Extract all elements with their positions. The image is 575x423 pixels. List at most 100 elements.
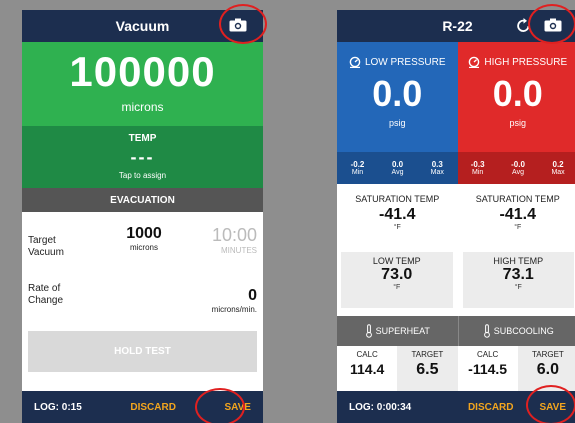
rate-label-line1: Rate of [28, 283, 61, 294]
discard-button[interactable]: DISCARD [468, 402, 514, 413]
timer-group[interactable]: 10:00 MINUTES [212, 225, 257, 255]
subcooling-calc: CALC -114.5 [458, 346, 518, 394]
calc-label: CALC [356, 350, 378, 359]
target-label: TARGET [531, 350, 564, 359]
superheat-header[interactable]: SUPERHEAT [337, 316, 458, 346]
temp-hint: Tap to assign [118, 171, 167, 180]
low-pressure-value: 0.0 [372, 73, 423, 114]
high-avg: -0.0 Avg [511, 160, 525, 176]
low-saturation: SATURATION TEMP -41.4 °F [337, 184, 458, 252]
subcooling-target[interactable]: TARGET 6.0 [517, 346, 575, 394]
gauge-icon [469, 56, 480, 68]
low-min: -0.2 Min [351, 160, 365, 176]
low-min-value: -0.2 [350, 160, 365, 169]
refrigerant-screen: R-22 LOW PRESSURE 0.0 psig HIGH PRESSURE… [337, 10, 575, 423]
superheat-target[interactable]: TARGET 6.5 [397, 346, 458, 394]
footer-bar: LOG: 0:00:34 DISCARD SAVE [337, 391, 575, 423]
rate-label-line2: Change [28, 295, 64, 306]
calc-target-row: CALC 114.4 TARGET 6.5 CALC -114.5 TARGET… [337, 346, 575, 394]
subcooling-header[interactable]: SUBCOOLING [457, 316, 575, 346]
rate-unit: microns/min. [211, 305, 257, 314]
subcooling-calc-value: -114.5 [468, 361, 508, 377]
min-label: Min [472, 169, 484, 176]
header-bar: Vacuum [22, 10, 263, 42]
low-pressure-unit: psig [388, 118, 406, 128]
save-button[interactable]: SAVE [540, 402, 567, 413]
target-vacuum-row[interactable]: Target Vacuum 1000 microns 10:00 MINUTES [22, 225, 263, 275]
avg-label: Avg [512, 169, 524, 176]
target-vacuum-value: 1000 [126, 225, 162, 242]
high-pressure-label: HIGH PRESSURE [484, 56, 568, 68]
low-temp-label: LOW TEMP [372, 256, 421, 266]
temp-value: --- [130, 147, 155, 167]
target-vacuum-label-line2: Vacuum [28, 247, 64, 258]
temp-label: TEMP [128, 133, 157, 144]
timer-unit: MINUTES [221, 246, 257, 255]
superheat-calc-value: 114.4 [349, 361, 385, 377]
superheat-calc: CALC 114.4 [337, 346, 397, 394]
temp-panel[interactable]: TEMP --- Tap to assign [22, 126, 263, 188]
low-saturation-value: -41.4 [379, 206, 416, 223]
low-pressure-header: LOW PRESSURE [337, 42, 458, 68]
low-saturation-unit: °F [393, 224, 401, 231]
camera-icon[interactable] [229, 18, 247, 32]
low-stats: -0.2 Min 0.0 Avg 0.3 Max [337, 152, 458, 184]
log-timer: LOG: 0:00:34 [349, 401, 412, 413]
rate-value-group: 0 microns/min. [212, 287, 257, 314]
rate-value: 0 [248, 287, 257, 304]
low-temp-value: 73.0 [381, 266, 413, 283]
max-label: Max [551, 169, 565, 176]
low-saturation-label: SATURATION TEMP [355, 194, 440, 204]
refresh-icon[interactable] [515, 17, 532, 34]
evacuation-section-header: EVACUATION [22, 188, 263, 212]
save-button[interactable]: SAVE [224, 402, 251, 413]
target-vacuum-label-line1: Target [28, 235, 56, 246]
rate-of-change-row: Rate of Change 0 microns/min. [22, 281, 263, 331]
high-temp-value: 73.1 [502, 266, 534, 283]
high-stats: -0.3 Min -0.0 Avg 0.2 Max [457, 152, 575, 184]
calc-label: CALC [476, 350, 499, 359]
discard-button[interactable]: DISCARD [130, 402, 176, 413]
line-temp-row: LOW TEMP 73.0 °F HIGH TEMP 73.1 °F [337, 252, 575, 308]
high-min-value: -0.3 [470, 160, 485, 169]
vacuum-reading: 100000 [69, 48, 216, 95]
high-pressure-value: 0.0 [492, 73, 543, 114]
high-temp-unit: °F [514, 284, 522, 291]
vacuum-screen: Vacuum 100000 microns TEMP --- Tap to as… [22, 10, 263, 423]
high-pressure-panel[interactable]: HIGH PRESSURE 0.0 psig [457, 42, 575, 152]
gauge-icon [349, 56, 361, 68]
min-label: Min [351, 169, 364, 176]
low-pressure-label: LOW PRESSURE [364, 56, 446, 68]
target-vacuum-label: Target Vacuum [28, 235, 64, 259]
footer-bar: LOG: 0:15 DISCARD SAVE [22, 391, 263, 423]
vacuum-unit: microns [121, 100, 164, 114]
high-max: 0.2 Max [551, 160, 564, 176]
low-max: 0.3 Max [431, 160, 444, 176]
high-saturation-unit: °F [514, 224, 522, 231]
vacuum-reading-panel: 100000 microns [22, 42, 263, 126]
pressure-stats-row: -0.2 Min 0.0 Avg 0.3 Max -0.3 Min -0.0 Avg 0.… [337, 152, 575, 184]
thermometer-icon [483, 324, 490, 338]
superheat-label: SUPERHEAT [375, 326, 430, 336]
high-min: -0.3 Min [471, 160, 485, 176]
high-saturation-value: -41.4 [499, 206, 536, 223]
high-temp-box[interactable]: HIGH TEMP 73.1 °F [462, 252, 574, 308]
low-temp-box[interactable]: LOW TEMP 73.0 °F [341, 252, 453, 308]
max-label: Max [430, 169, 444, 176]
hold-test-button[interactable]: HOLD TEST [28, 331, 257, 372]
saturation-row: SATURATION TEMP -41.4 °F SATURATION TEMP… [337, 184, 575, 252]
low-avg-value: 0.0 [391, 160, 404, 169]
high-max-value: 0.2 [552, 160, 564, 169]
low-pressure-panel[interactable]: LOW PRESSURE 0.0 psig [337, 42, 458, 152]
camera-icon[interactable] [544, 18, 562, 32]
high-saturation-label: SATURATION TEMP [475, 194, 560, 204]
pressure-panel: LOW PRESSURE 0.0 psig HIGH PRESSURE 0.0 … [337, 42, 575, 152]
low-avg: 0.0 Avg [392, 160, 404, 176]
high-avg-value: -0.0 [511, 160, 525, 169]
target-vacuum-value-group[interactable]: 1000 microns [116, 225, 172, 252]
subcooling-label: SUBCOOLING [493, 326, 554, 336]
high-pressure-header: HIGH PRESSURE [458, 42, 575, 68]
target-label: TARGET [411, 350, 444, 359]
screen-title: R-22 [442, 18, 473, 34]
avg-label: Avg [391, 169, 404, 176]
